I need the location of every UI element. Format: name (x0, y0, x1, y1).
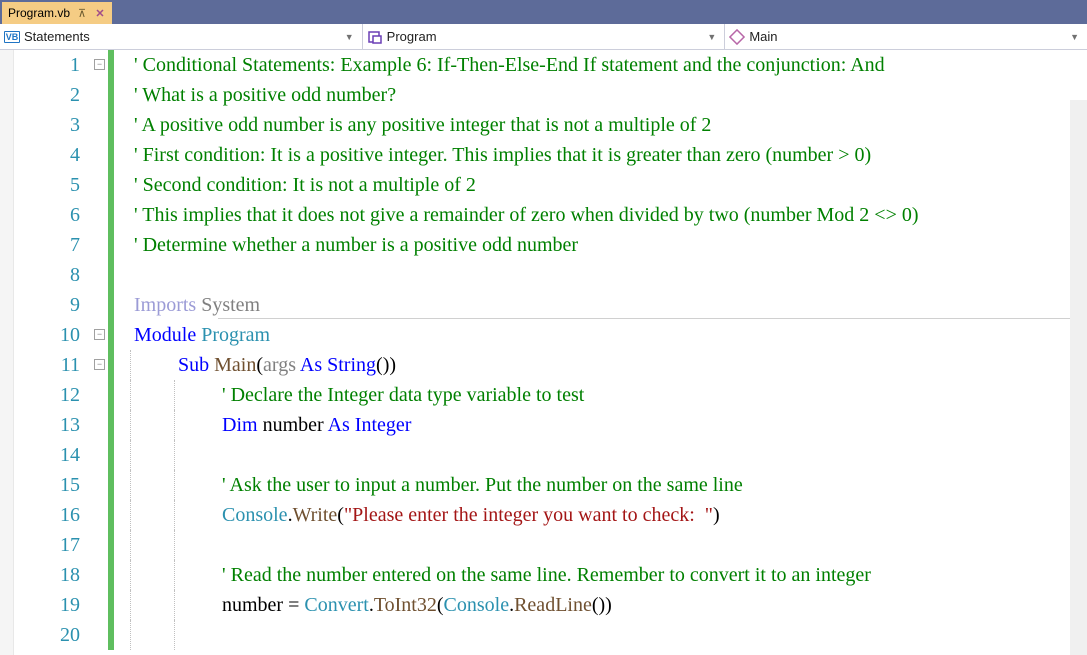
code-line[interactable]: Console.Write("Please enter the integer … (108, 500, 1087, 530)
fold-toggle[interactable]: − (94, 359, 105, 370)
code-line[interactable]: ' Read the number entered on the same li… (108, 560, 1087, 590)
chevron-down-icon: ▼ (1070, 32, 1083, 42)
member-text: Main (749, 29, 777, 44)
line-number: 4 (14, 140, 80, 170)
scope-dropdown[interactable]: VB Statements ▼ (0, 24, 363, 49)
line-number: 19 (14, 590, 80, 620)
line-number: 12 (14, 380, 80, 410)
code-area[interactable]: ' Conditional Statements: Example 6: If-… (108, 50, 1087, 655)
navigation-bar: VB Statements ▼ Program ▼ Main ▼ (0, 24, 1087, 50)
region-separator (218, 318, 1087, 319)
chevron-down-icon: ▼ (345, 32, 358, 42)
line-number: 2 (14, 80, 80, 110)
code-line[interactable]: ' What is a positive odd number? (108, 80, 1087, 110)
line-number: 11 (14, 350, 80, 380)
code-line[interactable]: Imports System (108, 290, 1087, 320)
code-line[interactable]: ' Declare the Integer data type variable… (108, 380, 1087, 410)
code-line[interactable]: ' Ask the user to input a number. Put th… (108, 470, 1087, 500)
vb-project-icon: VB (4, 29, 20, 45)
vertical-scrollbar[interactable] (1070, 100, 1087, 655)
code-line[interactable]: ' First condition: It is a positive inte… (108, 140, 1087, 170)
code-line[interactable]: Module Program (108, 320, 1087, 350)
pin-icon[interactable]: ⊼ (76, 7, 88, 19)
line-number: 9 (14, 290, 80, 320)
fold-column[interactable]: − − − (94, 50, 108, 655)
chevron-down-icon: ▼ (707, 32, 720, 42)
line-number: 3 (14, 110, 80, 140)
code-line[interactable]: ' This implies that it does not give a r… (108, 200, 1087, 230)
line-number: 16 (14, 500, 80, 530)
line-number: 13 (14, 410, 80, 440)
code-line[interactable]: Dim number As Integer (108, 410, 1087, 440)
line-number: 6 (14, 200, 80, 230)
code-line[interactable]: ' Second condition: It is not a multiple… (108, 170, 1087, 200)
line-number: 14 (14, 440, 80, 470)
type-text: Program (387, 29, 437, 44)
file-tab-label: Program.vb (8, 6, 70, 20)
file-tab[interactable]: Program.vb ⊼ ✕ (2, 2, 112, 24)
scope-text: Statements (24, 29, 90, 44)
line-number: 7 (14, 230, 80, 260)
line-number: 20 (14, 620, 80, 650)
code-line[interactable]: ' A positive odd number is any positive … (108, 110, 1087, 140)
line-number-gutter: 1234567891011121314151617181920 (14, 50, 94, 655)
code-line[interactable]: Sub Main(args As String()) (108, 350, 1087, 380)
line-number: 18 (14, 560, 80, 590)
line-number: 10 (14, 320, 80, 350)
type-dropdown[interactable]: Program ▼ (363, 24, 726, 49)
breakpoint-margin[interactable] (0, 50, 14, 655)
code-editor[interactable]: 1234567891011121314151617181920 −−− ' Co… (0, 50, 1087, 655)
code-line[interactable] (108, 260, 1087, 290)
line-number: 8 (14, 260, 80, 290)
member-dropdown[interactable]: Main ▼ (725, 24, 1087, 49)
fold-toggle[interactable]: − (94, 329, 105, 340)
line-number: 5 (14, 170, 80, 200)
code-line[interactable]: ' Determine whether a number is a positi… (108, 230, 1087, 260)
code-line[interactable]: number = Convert.ToInt32(Console.ReadLin… (108, 590, 1087, 620)
title-bar: Program.vb ⊼ ✕ (0, 0, 1087, 24)
close-icon[interactable]: ✕ (94, 7, 106, 19)
line-number: 15 (14, 470, 80, 500)
code-line[interactable] (108, 440, 1087, 470)
code-line[interactable]: ' Conditional Statements: Example 6: If-… (108, 50, 1087, 80)
code-line[interactable] (108, 620, 1087, 650)
fold-toggle[interactable]: − (94, 59, 105, 70)
line-number: 17 (14, 530, 80, 560)
method-icon (729, 29, 745, 45)
module-icon (367, 29, 383, 45)
code-line[interactable] (108, 530, 1087, 560)
line-number: 1 (14, 50, 80, 80)
